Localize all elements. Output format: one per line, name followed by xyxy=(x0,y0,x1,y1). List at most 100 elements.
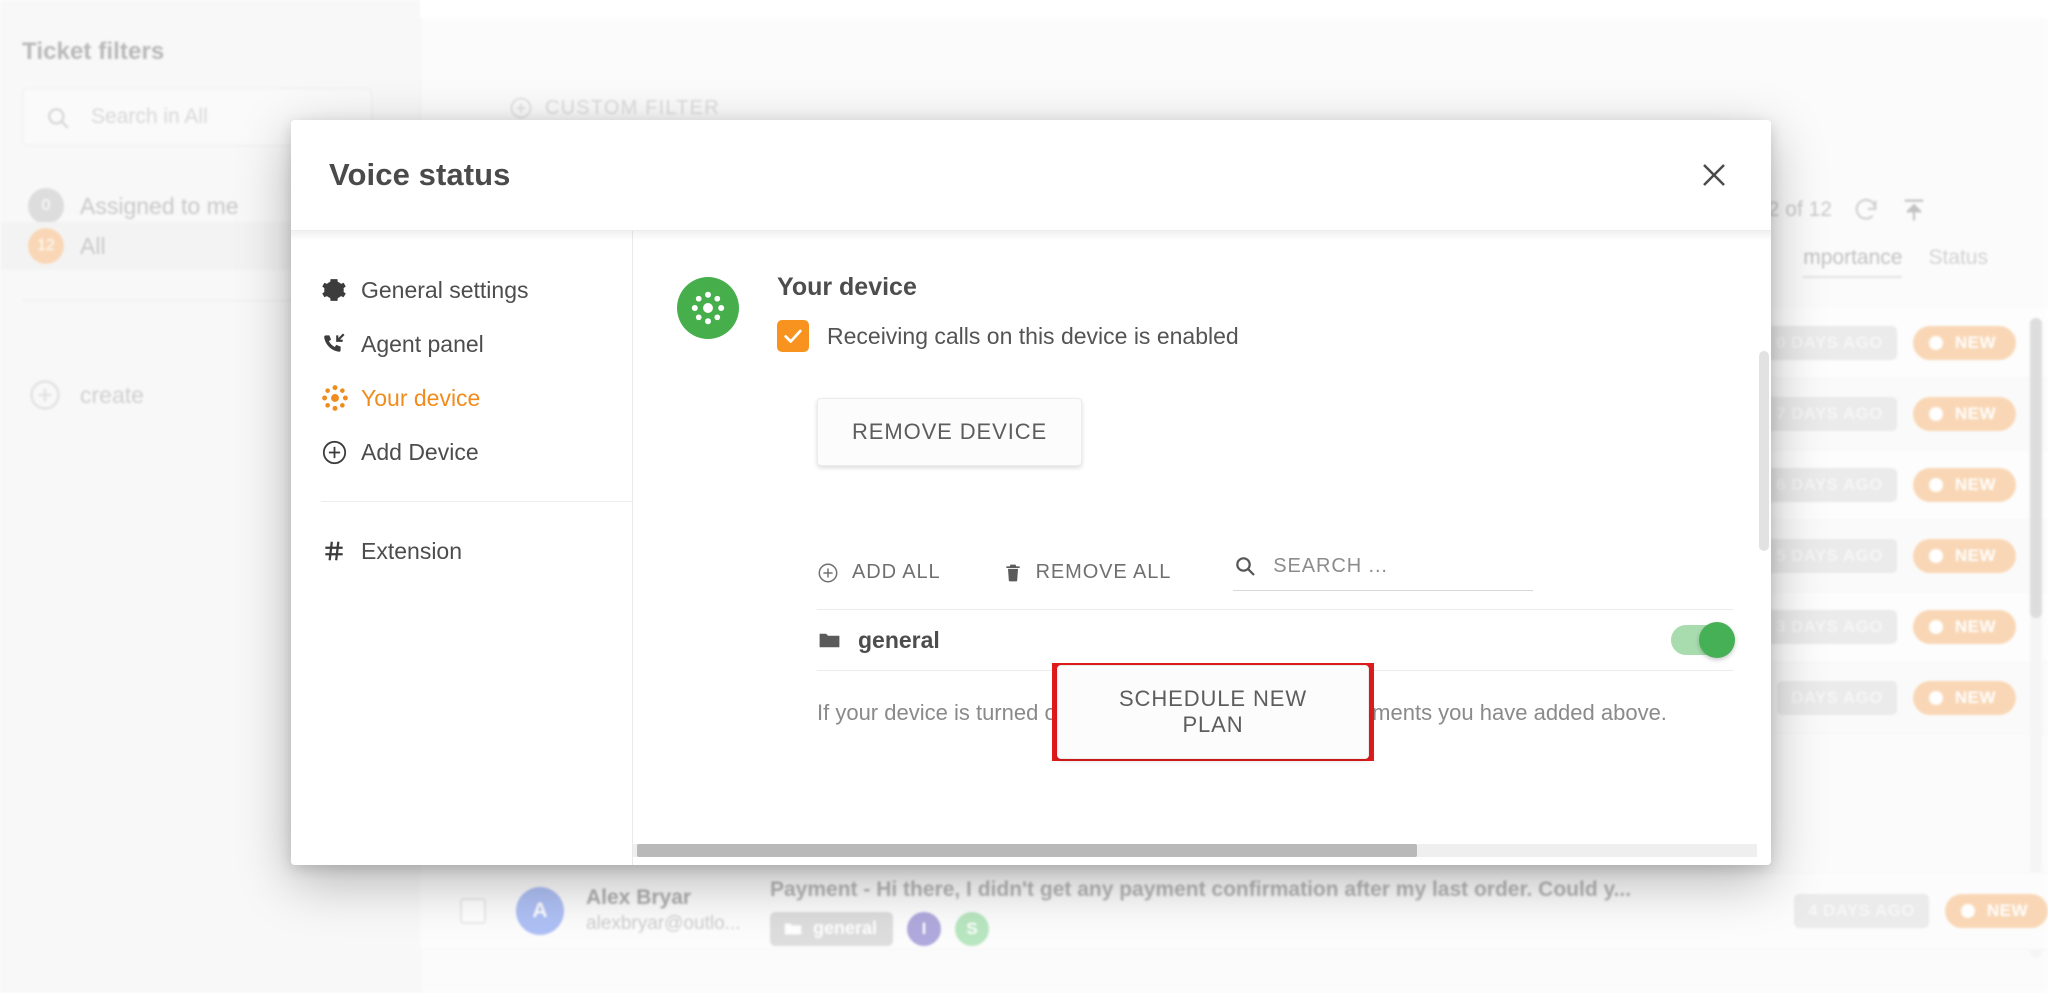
search-icon xyxy=(45,105,71,131)
hash-icon xyxy=(321,538,361,564)
status-badge: NEW xyxy=(1912,326,2016,360)
sidebar-item-label: Your device xyxy=(361,384,481,411)
remove-device-wrapper: REMOVE DEVICE xyxy=(817,398,1725,466)
plus-circle-icon xyxy=(509,96,533,120)
modal-header: Voice status xyxy=(291,120,1771,230)
department-toggle[interactable] xyxy=(1671,622,1735,658)
sender-email: alexbryar@outlo... xyxy=(586,913,741,935)
add-all-button[interactable]: ADD ALL xyxy=(817,561,941,584)
status-badge: NEW xyxy=(1912,681,2016,715)
tag-department: general xyxy=(770,911,894,946)
voice-status-modal: Voice status General settings Agent pane… xyxy=(291,120,1771,865)
table-row-alex-bryar[interactable]: A Alex Bryar alexbryar@outlo... Payment … xyxy=(420,872,2048,950)
departments-search-input[interactable]: SEARCH ... xyxy=(1233,554,1534,591)
device-header: Your device Receiving calls on this devi… xyxy=(677,273,1725,352)
modal-content: Your device Receiving calls on this devi… xyxy=(633,231,1771,865)
hub-icon xyxy=(321,384,361,412)
status-badge: NEW xyxy=(1912,468,2016,502)
gear-icon xyxy=(321,277,361,303)
department-name: general xyxy=(858,626,940,653)
status-badge: NEW xyxy=(1944,894,2048,928)
sidebar-item-label: Add Device xyxy=(361,438,479,465)
hub-icon xyxy=(677,277,739,339)
sender-name: Alex Bryar xyxy=(586,886,692,910)
table-column-headers: mportance Status xyxy=(1803,246,1988,278)
row-meta: 7 DAYS AGO NEW xyxy=(1762,397,2016,431)
row-meta: 3 DAYS AGO NEW xyxy=(1762,610,2016,644)
row-age-chip: 6 DAYS AGO xyxy=(1762,468,1897,502)
receiving-calls-checkbox-row[interactable]: Receiving calls on this device is enable… xyxy=(777,320,1239,352)
phone-incoming-icon xyxy=(321,331,361,357)
sidebar-item-add-device[interactable]: Add Device xyxy=(291,425,632,479)
checkbox-checked-icon[interactable] xyxy=(777,320,809,352)
custom-filter-label: CUSTOM FILTER xyxy=(545,96,720,119)
column-header-status[interactable]: Status xyxy=(1928,246,1988,278)
tag-circle: I xyxy=(907,911,942,946)
row-meta: DAYS AGO NEW xyxy=(1777,681,2016,715)
row-sender: Alex Bryar alexbryar@outlo... xyxy=(586,885,764,937)
tag-circle: S xyxy=(955,911,990,946)
row-meta: 0 DAYS AGO NEW xyxy=(1762,326,2016,360)
row-meta: 5 DAYS AGO NEW xyxy=(1762,539,2016,573)
row-meta: 6 DAYS AGO NEW xyxy=(1762,468,2016,502)
sidebar-item-label: General settings xyxy=(361,276,529,303)
departments-toolbar: ADD ALL REMOVE ALL SEARCH ... xyxy=(817,554,1725,591)
column-header-importance[interactable]: mportance xyxy=(1803,246,1903,278)
row-age-chip: 4 DAYS AGO xyxy=(1794,894,1929,928)
plus-circle-icon xyxy=(28,378,62,412)
department-name-block: general xyxy=(817,627,940,654)
page-title: Voice status xyxy=(329,157,511,192)
departments-search-placeholder: SEARCH ... xyxy=(1273,554,1388,577)
modal-horizontal-scrollbar-thumb[interactable] xyxy=(637,844,1417,857)
row-age-chip: 5 DAYS AGO xyxy=(1762,539,1897,573)
sidebar-item-agent-panel[interactable]: Agent panel xyxy=(291,317,632,371)
row-tags: general I S xyxy=(770,911,1631,946)
app-root: Ticket filters Search in All 0 Assigned … xyxy=(0,0,2048,993)
receiving-calls-label: Receiving calls on this device is enable… xyxy=(827,322,1239,349)
sidebar-item-general-settings[interactable]: General settings xyxy=(291,263,632,317)
departments-list: general xyxy=(817,609,1735,671)
row-checkbox[interactable] xyxy=(460,898,486,924)
custom-filter-button[interactable]: CUSTOM FILTER xyxy=(509,96,720,120)
row-age-chip: 7 DAYS AGO xyxy=(1762,397,1897,431)
sidebar-item-label: Extension xyxy=(361,537,463,564)
schedule-new-plan-button[interactable]: SCHEDULE NEW PLAN xyxy=(1057,665,1369,759)
create-filter-button[interactable]: create xyxy=(28,378,144,412)
close-icon[interactable] xyxy=(1693,154,1735,196)
sidebar-item-your-device[interactable]: Your device xyxy=(291,371,632,425)
row-subject: Payment - Hi there, I didn't get any pay… xyxy=(770,878,1632,902)
plus-circle-icon xyxy=(817,562,839,584)
trash-icon xyxy=(1003,563,1023,583)
remove-all-button[interactable]: REMOVE ALL xyxy=(1003,561,1172,584)
status-badge: NEW xyxy=(1912,397,2016,431)
assigned-label: Assigned to me xyxy=(80,192,239,219)
export-icon[interactable] xyxy=(1900,196,1928,224)
avatar: A xyxy=(516,887,564,935)
sidebar-item-label: Agent panel xyxy=(361,330,484,357)
folder-icon xyxy=(817,628,842,653)
row-subject-block: Payment - Hi there, I didn't get any pay… xyxy=(770,876,1632,946)
plus-circle-icon xyxy=(321,439,361,466)
filters-search-placeholder: Search in All xyxy=(91,105,208,128)
status-badge: NEW xyxy=(1912,539,2016,573)
all-count-badge: 12 xyxy=(28,228,64,264)
search-icon xyxy=(1233,554,1257,578)
schedule-plan-highlight: SCHEDULE NEW PLAN xyxy=(1052,663,1374,761)
remove-device-button[interactable]: REMOVE DEVICE xyxy=(817,398,1083,466)
row-age-chip: 0 DAYS AGO xyxy=(1762,326,1897,360)
refresh-icon[interactable] xyxy=(1852,196,1880,224)
add-all-label: ADD ALL xyxy=(852,561,941,583)
remove-all-label: REMOVE ALL xyxy=(1035,561,1172,583)
vertical-scrollbar-thumb[interactable] xyxy=(2030,318,2042,618)
row-meta: 4 DAYS AGO NEW xyxy=(1794,894,2048,928)
modal-sidebar: General settings Agent panel Your device… xyxy=(291,231,633,865)
sidebar-item-extension[interactable]: Extension xyxy=(291,524,632,578)
folder-icon xyxy=(782,918,804,940)
device-info: Your device Receiving calls on this devi… xyxy=(777,273,1239,352)
status-badge: NEW xyxy=(1912,610,2016,644)
list-item[interactable]: general xyxy=(817,609,1735,671)
assigned-count-badge: 0 xyxy=(28,188,64,224)
create-label: create xyxy=(80,381,144,408)
sidebar-divider xyxy=(321,501,632,502)
modal-vertical-scrollbar-thumb[interactable] xyxy=(1759,351,1769,551)
